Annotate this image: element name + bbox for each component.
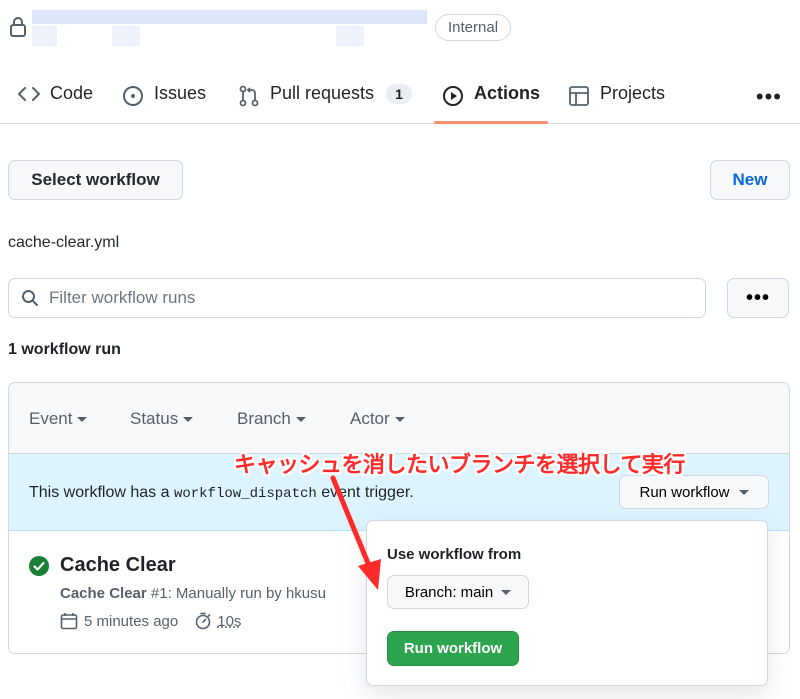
use-workflow-from-label: Use workflow from bbox=[387, 546, 522, 563]
check-circle-icon bbox=[29, 555, 49, 576]
filter-runs-input[interactable] bbox=[49, 288, 649, 308]
run-filters: Event Status Branch Actor bbox=[9, 383, 789, 454]
dispatch-message: This workflow has a workflow_dispatch ev… bbox=[29, 484, 414, 502]
table-icon bbox=[569, 86, 589, 106]
run-workflow-dropdown-button[interactable]: Run workflow bbox=[619, 475, 769, 509]
select-workflow-button[interactable]: Select workflow bbox=[8, 160, 183, 200]
issue-icon bbox=[123, 86, 143, 106]
branch-select-button[interactable]: Branch: main bbox=[387, 575, 529, 609]
calendar-icon bbox=[60, 613, 78, 630]
caret-down-icon bbox=[738, 489, 749, 495]
tab-code[interactable]: Code bbox=[18, 72, 93, 124]
stopwatch-icon bbox=[195, 612, 211, 630]
caret-down-icon bbox=[394, 417, 405, 423]
caret-down-icon bbox=[183, 417, 194, 423]
workflow-run-count: 1 workflow run bbox=[8, 341, 121, 358]
caret-down-icon bbox=[501, 589, 512, 595]
filter-event[interactable]: Event bbox=[29, 409, 88, 429]
blurred-repo-name bbox=[32, 10, 427, 24]
filter-branch[interactable]: Branch bbox=[237, 409, 306, 429]
pull-request-count: 1 bbox=[386, 84, 412, 104]
tab-issues[interactable]: Issues bbox=[122, 72, 206, 124]
tab-actions[interactable]: Actions bbox=[442, 72, 540, 124]
run-duration: 10s bbox=[217, 612, 242, 630]
active-tab-indicator bbox=[434, 121, 548, 124]
pull-request-icon bbox=[239, 85, 259, 107]
visibility-badge: Internal bbox=[435, 14, 512, 41]
run-workflow-popover: Use workflow from Branch: main Run workf… bbox=[366, 520, 768, 686]
run-workflow-button[interactable]: Run workflow bbox=[387, 631, 519, 666]
filter-runs-search[interactable] bbox=[8, 278, 706, 318]
caret-down-icon bbox=[295, 417, 306, 423]
repo-nav: Code Issues Pull requests 1 Actions Proj… bbox=[0, 72, 800, 124]
new-workflow-button[interactable]: New bbox=[710, 160, 790, 200]
run-subtitle: Cache Clear #1: Manually run by hkusu bbox=[60, 585, 326, 602]
filter-status[interactable]: Status bbox=[130, 409, 194, 429]
repo-header: Internal bbox=[0, 0, 800, 56]
run-meta: 5 minutes ago 10s bbox=[60, 612, 241, 630]
more-tabs-button[interactable]: ••• bbox=[756, 84, 782, 110]
caret-down-icon bbox=[77, 417, 88, 423]
workflow-filename: cache-clear.yml bbox=[8, 234, 120, 251]
filter-actor[interactable]: Actor bbox=[350, 409, 405, 429]
lock-icon bbox=[10, 17, 26, 37]
run-title[interactable]: Cache Clear bbox=[29, 554, 176, 577]
workflow-menu-button[interactable]: ••• bbox=[727, 278, 789, 318]
play-icon bbox=[443, 86, 463, 106]
annotation-text: キャッシュを消したいブランチを選択して実行 bbox=[234, 453, 685, 478]
tab-pull-requests[interactable]: Pull requests 1 bbox=[238, 72, 412, 124]
tab-projects[interactable]: Projects bbox=[568, 72, 665, 124]
code-icon bbox=[18, 87, 40, 101]
search-icon bbox=[22, 290, 38, 306]
